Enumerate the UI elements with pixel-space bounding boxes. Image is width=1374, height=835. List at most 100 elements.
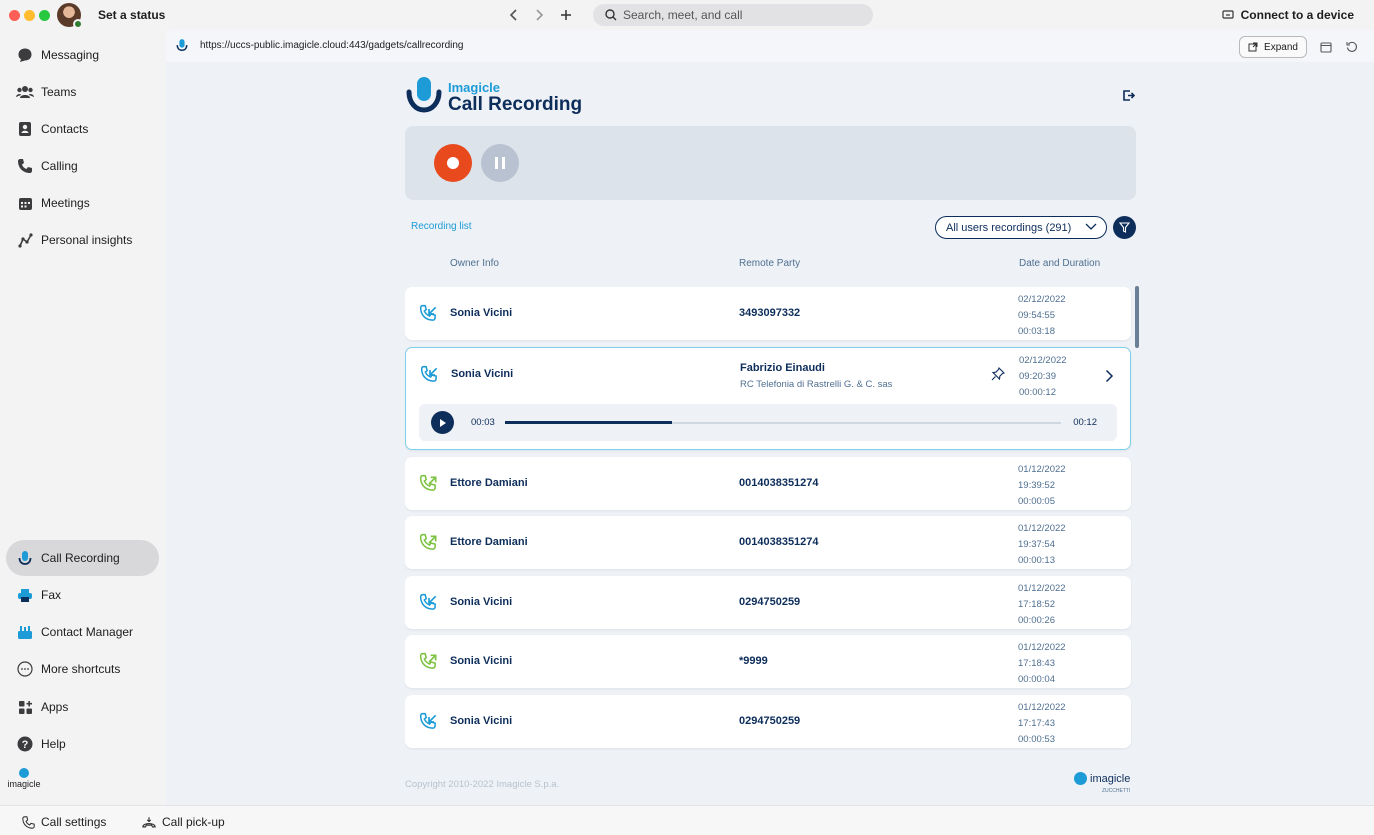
remote-party: 0014038351274 <box>739 536 819 548</box>
sidebar-item-contact-manager[interactable]: Contact Manager <box>6 614 159 650</box>
insights-icon <box>16 231 34 249</box>
record-button[interactable] <box>434 144 472 182</box>
users-select-value: All users recordings (291) <box>946 221 1072 234</box>
pause-icon <box>502 157 505 169</box>
sidebar-item-more-shortcuts[interactable]: More shortcuts <box>6 651 159 687</box>
sidebar-item-label: Personal insights <box>41 233 133 247</box>
zoom-window-button[interactable] <box>39 10 50 21</box>
presence-indicator <box>73 19 83 29</box>
sidebar-item-teams[interactable]: Teams <box>6 74 159 110</box>
pin-icon[interactable] <box>991 367 1005 381</box>
recording-row[interactable]: Ettore Damiani 0014038351274 01/12/2022 19:… <box>405 516 1131 569</box>
call-time: 09:54:55 <box>1018 309 1055 321</box>
call-pickup-button[interactable]: Call pick-up <box>142 815 225 829</box>
list-scrollbar[interactable] <box>1135 286 1139 348</box>
incoming-call-icon <box>420 365 438 382</box>
recording-row[interactable]: Ettore Damiani 0014038351274 01/12/2022 19:… <box>405 457 1131 510</box>
filter-button[interactable] <box>1113 216 1136 239</box>
remote-party: *9999 <box>739 655 768 667</box>
call-settings-button[interactable]: Call settings <box>22 815 106 829</box>
player-total-time: 00:12 <box>1073 417 1097 428</box>
sidebar-item-messaging[interactable]: Messaging <box>6 37 159 73</box>
sidebar-item-fax[interactable]: Fax <box>6 577 159 613</box>
open-in-browser-icon[interactable] <box>1320 40 1332 58</box>
sidebar-item-call-recording[interactable]: Call Recording <box>6 540 159 576</box>
date-duration: 01/12/2022 19:39:52 00:00:05 <box>1018 462 1066 509</box>
refresh-icon[interactable] <box>1346 40 1358 58</box>
date-duration: 02/12/2022 09:54:55 00:03:18 <box>1018 292 1066 339</box>
play-icon <box>439 418 446 427</box>
printer-icon <box>16 586 34 604</box>
sidebar-item-label: Teams <box>41 85 77 99</box>
recording-row[interactable]: Sonia Vicini 0294750259 01/12/2022 17:18:52… <box>405 576 1131 629</box>
contacts-icon <box>16 120 34 138</box>
column-header-owner[interactable]: Owner Info <box>450 258 499 269</box>
plus-icon[interactable] <box>557 6 575 24</box>
player-seek-bar[interactable] <box>505 421 1061 424</box>
microphone-icon <box>16 549 34 567</box>
play-button[interactable] <box>431 411 454 434</box>
connect-device-button[interactable]: Connect to a device <box>1222 8 1354 22</box>
sidebar-item-label: Calling <box>41 159 78 173</box>
recording-row[interactable]: Sonia Vicini 3493097332 02/12/2022 09:54:55… <box>405 287 1131 340</box>
sidebar-item-personal-insights[interactable]: Personal insights <box>6 222 159 258</box>
sidebar-item-apps[interactable]: Apps <box>6 689 159 725</box>
sidebar-item-label: Contact Manager <box>41 625 134 639</box>
brand-name: Imagicle <box>448 80 501 95</box>
call-date: 01/12/2022 <box>1018 702 1066 713</box>
incoming-call-icon <box>419 712 437 729</box>
device-icon <box>1222 10 1234 19</box>
chevron-right-icon[interactable] <box>1105 369 1114 383</box>
recording-row[interactable]: Sonia Vicini Fabrizio Einaudi RC Telefonia… <box>405 347 1131 450</box>
search-input[interactable]: Search, meet, and call <box>593 4 873 26</box>
call-duration: 00:00:13 <box>1018 554 1055 566</box>
column-header-remote[interactable]: Remote Party <box>739 258 800 269</box>
date-duration: 01/12/2022 19:37:54 00:00:13 <box>1018 521 1066 568</box>
microphone-logo-icon <box>406 77 442 113</box>
svg-text:?: ? <box>22 739 29 751</box>
date-duration: 01/12/2022 17:17:43 00:00:53 <box>1018 700 1066 747</box>
page-url[interactable]: https://uccs-public.imagicle.cloud:443/g… <box>200 40 463 51</box>
sidebar-item-label: Contacts <box>41 122 89 136</box>
users-recordings-select[interactable]: All users recordings (291) <box>935 216 1107 239</box>
imagicle-logo[interactable]: imagicle <box>6 768 42 789</box>
sidebar-item-label: Meetings <box>41 196 90 210</box>
date-duration: 01/12/2022 17:18:43 00:00:04 <box>1018 640 1066 687</box>
sidebar-item-calling[interactable]: Calling <box>6 148 159 184</box>
footer-brand: imagicle <box>1090 772 1131 785</box>
people-icon <box>16 83 34 101</box>
remote-party: 0294750259 <box>739 596 801 608</box>
remote-party: Fabrizio Einaudi <box>740 362 825 374</box>
recording-row[interactable]: Sonia Vicini *9999 01/12/2022 17:18:43 00:00… <box>405 635 1131 688</box>
call-duration: 00:03:18 <box>1018 325 1055 337</box>
recording-list-link[interactable]: Recording list <box>411 221 472 232</box>
microphone-icon <box>176 39 188 51</box>
back-icon[interactable] <box>505 6 523 24</box>
sidebar-item-label: More shortcuts <box>41 662 121 676</box>
sidebar-item-label: Messaging <box>41 48 100 62</box>
sidebar-item-label: Call Recording <box>41 551 120 565</box>
pause-button[interactable] <box>481 144 519 182</box>
sidebar-item-help[interactable]: ? Help <box>6 726 159 762</box>
recording-row[interactable]: Sonia Vicini 0294750259 01/12/2022 17:17:43… <box>405 695 1131 748</box>
minimize-window-button[interactable] <box>24 10 35 21</box>
contact-manager-icon <box>16 623 34 641</box>
call-duration: 00:00:05 <box>1018 495 1055 507</box>
owner-name: Sonia Vicini <box>450 307 513 319</box>
set-status-button[interactable]: Set a status <box>98 8 165 22</box>
owner-name: Ettore Damiani <box>450 536 528 548</box>
logout-icon[interactable] <box>1122 89 1136 107</box>
close-window-button[interactable] <box>9 10 20 21</box>
call-time: 17:18:43 <box>1018 657 1055 669</box>
forward-icon[interactable] <box>530 6 548 24</box>
column-header-date[interactable]: Date and Duration <box>1019 258 1100 269</box>
sidebar-item-contacts[interactable]: Contacts <box>6 111 159 147</box>
expand-button[interactable]: Expand <box>1239 36 1307 58</box>
filter-icon <box>1119 222 1130 233</box>
sidebar-item-meetings[interactable]: Meetings <box>6 185 159 221</box>
owner-name: Sonia Vicini <box>450 596 513 608</box>
avatar[interactable] <box>57 3 83 29</box>
call-date: 01/12/2022 <box>1018 583 1066 594</box>
call-settings-icon <box>22 815 35 829</box>
title-bar: Set a status Search, meet, and call Conn… <box>0 0 1374 30</box>
